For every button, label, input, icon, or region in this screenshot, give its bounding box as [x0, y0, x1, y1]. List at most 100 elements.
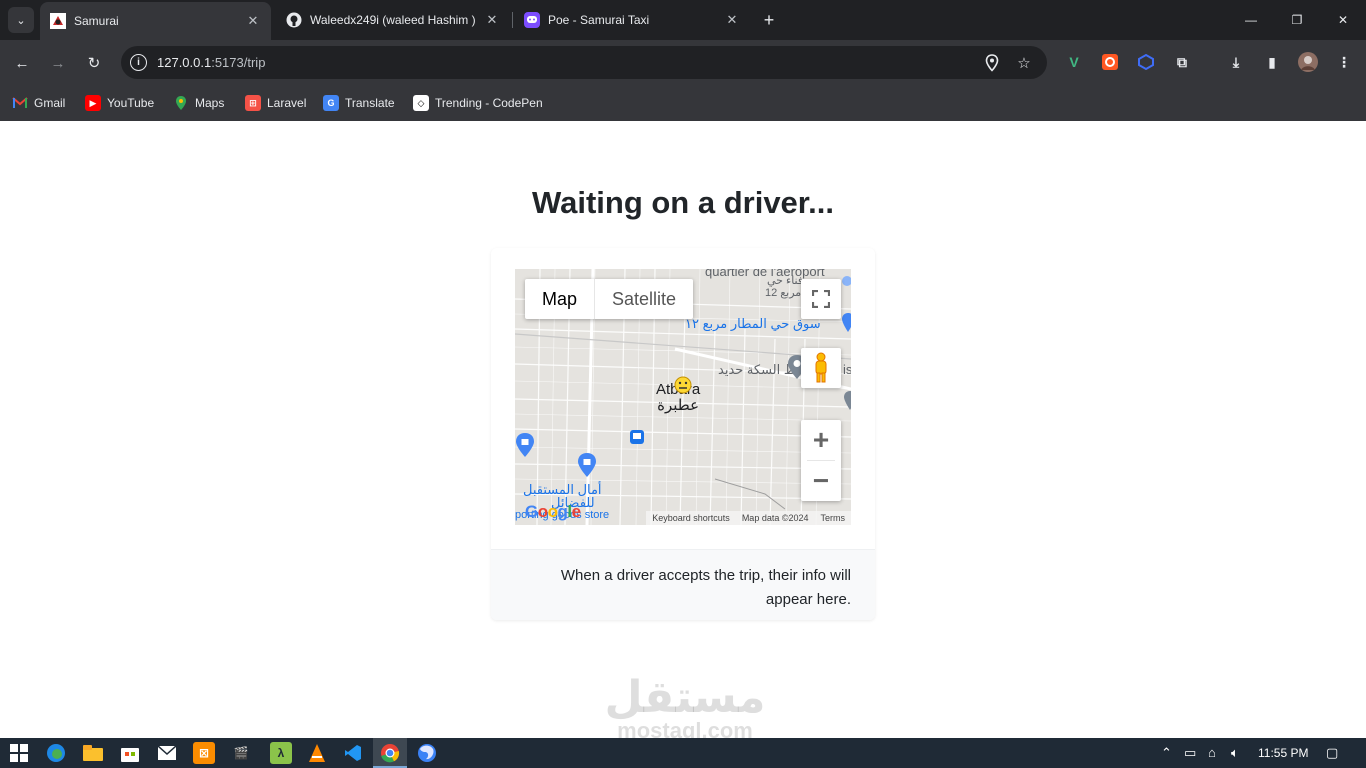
map-data-text: Map data ©2024 — [741, 513, 809, 523]
more-menu-icon[interactable]: ⋮ — [1334, 52, 1354, 72]
rider-location-emoji-icon[interactable] — [674, 376, 692, 394]
samurai-favicon-icon — [50, 13, 66, 29]
url-text[interactable]: 127.0.0.1:5173/trip — [157, 55, 265, 70]
shopping-pin-icon[interactable] — [515, 432, 535, 458]
bookmarks-bar: Gmail ▶ YouTube Maps ⊞ Laravel G Transla… — [0, 85, 1366, 121]
city-name-arabic: عطبرة — [657, 397, 700, 414]
vscode-icon[interactable] — [342, 742, 364, 764]
youtube-icon: ▶ — [85, 95, 101, 111]
bookmark-translate[interactable]: G Translate — [323, 93, 395, 113]
location-pin-icon[interactable] — [982, 53, 1002, 73]
restore-button[interactable]: ❐ — [1274, 0, 1320, 40]
forward-button[interactable]: → — [46, 51, 70, 75]
extension-orange-icon[interactable] — [1100, 52, 1120, 72]
google-logo[interactable]: Google — [525, 502, 581, 522]
firefox-icon[interactable] — [416, 742, 438, 764]
map-label-quartier: quartier de l'aéroport — [705, 269, 825, 279]
tab-github[interactable]: Waleedx249i (waleed Hashim ) ✕ — [276, 0, 510, 40]
download-icon[interactable]: ⤓ — [1226, 52, 1246, 72]
page-title: Waiting on a driver... — [531, 185, 834, 220]
minimize-button[interactable]: — — [1228, 0, 1274, 40]
taskbar-clock[interactable]: 11:55 PM — [1258, 746, 1308, 760]
google-map[interactable]: quartier de l'aéroport فناء حي مربع 12 س… — [515, 269, 851, 525]
chrome-icon[interactable] — [379, 742, 401, 764]
side-panel-icon[interactable]: ▮ — [1262, 52, 1282, 72]
lambda-icon[interactable]: λ — [270, 742, 292, 764]
windows-start-icon[interactable] — [8, 742, 30, 764]
bus-stop-icon[interactable] — [630, 430, 644, 444]
volume-icon[interactable]: 🔈︎ — [1231, 745, 1239, 761]
place-pin-icon[interactable] — [843, 390, 851, 412]
map-attribution: Keyboard shortcuts Map data ©2024 Terms — [646, 511, 851, 525]
vlc-icon[interactable] — [306, 742, 328, 764]
bookmark-gmail[interactable]: Gmail — [12, 93, 65, 113]
arrow-left-icon: ← — [14, 54, 30, 72]
browser-toolbar: ← → ↻ i 127.0.0.1:5173/trip ☆ V ⧉ ⤓ ▮ ⋮ — [0, 40, 1366, 85]
street-view-pegman-button[interactable] — [801, 348, 841, 388]
profile-avatar[interactable] — [1298, 52, 1318, 72]
tab-strip: ⌄ Samurai ✕ Waleedx249i (waleed Hashim )… — [0, 0, 1366, 40]
new-tab-button[interactable]: + — [758, 9, 780, 31]
tab-title: Poe - Samurai Taxi — [548, 13, 650, 27]
bookmark-youtube[interactable]: ▶ YouTube — [85, 93, 154, 113]
plus-icon: + — [763, 9, 775, 30]
pegman-icon — [815, 352, 827, 383]
tab-title: Waleedx249i (waleed Hashim ) — [310, 13, 476, 27]
map-type-control: Map Satellite — [525, 279, 694, 319]
terms-link[interactable]: Terms — [821, 513, 846, 523]
zoom-in-button[interactable]: + — [801, 420, 841, 460]
bookmark-label: Laravel — [267, 96, 307, 110]
bookmark-codepen[interactable]: ◇ Trending - CodePen — [413, 93, 543, 113]
codepen-icon: ◇ — [413, 95, 429, 111]
map-type-satellite-button[interactable]: Satellite — [595, 279, 693, 319]
driver-info-message: When a driver accepts the trip, their in… — [560, 567, 851, 608]
tab-samurai[interactable]: Samurai ✕ — [40, 2, 271, 40]
bookmark-laravel[interactable]: ⊞ Laravel — [245, 93, 306, 113]
bookmark-label: Translate — [345, 96, 395, 110]
fullscreen-button[interactable] — [801, 279, 841, 319]
windows-taskbar: ⊠ 🎬 λ ⌃ ▭ ⌂ 🔈︎ 11:55 PM ▢ — [0, 738, 1366, 768]
file-explorer-icon[interactable] — [82, 742, 104, 764]
extensions-puzzle-icon[interactable]: ⧉ — [1172, 52, 1192, 72]
maps-icon — [173, 95, 189, 111]
network-icon[interactable]: ⌂ — [1208, 745, 1216, 760]
poe-icon — [524, 12, 540, 28]
battery-icon[interactable]: ▭ — [1184, 745, 1196, 761]
mail-icon[interactable] — [156, 742, 178, 764]
tab-search-button[interactable]: ⌄ — [8, 7, 34, 33]
map-label-is: is — [843, 362, 851, 377]
notifications-icon[interactable]: ▢ — [1326, 745, 1338, 761]
map-type-map-button[interactable]: Map — [525, 279, 596, 319]
address-bar[interactable]: i 127.0.0.1:5173/trip ☆ — [121, 46, 1047, 79]
vue-devtools-icon[interactable]: V — [1064, 52, 1084, 72]
zoom-out-button[interactable]: − — [801, 461, 841, 501]
bookmark-label: Trending - CodePen — [435, 96, 543, 110]
gmail-icon — [12, 95, 28, 111]
close-icon[interactable]: ✕ — [724, 12, 740, 28]
zoom-control: + − — [801, 420, 841, 501]
store-icon[interactable] — [119, 742, 141, 764]
url-path: :5173/trip — [211, 55, 266, 70]
star-icon[interactable]: ☆ — [1014, 53, 1034, 73]
close-icon: ✕ — [1337, 13, 1349, 27]
keyboard-shortcuts-link[interactable]: Keyboard shortcuts — [652, 513, 730, 523]
shopping-pin-icon[interactable] — [577, 452, 597, 478]
close-icon[interactable]: ✕ — [484, 12, 500, 28]
back-button[interactable]: ← — [10, 51, 34, 75]
place-pin-icon[interactable] — [841, 312, 851, 334]
fullscreen-icon — [812, 290, 830, 308]
xampp-icon[interactable]: ⊠ — [193, 742, 215, 764]
extension-blue-icon[interactable] — [1136, 52, 1156, 72]
edge-icon[interactable] — [45, 742, 67, 764]
site-info-icon[interactable]: i — [130, 54, 147, 71]
trip-card: quartier de l'aéroport فناء حي مربع 12 س… — [491, 248, 875, 620]
driver-info-footer: When a driver accepts the trip, their in… — [491, 549, 875, 620]
bookmark-maps[interactable]: Maps — [173, 93, 224, 113]
show-hidden-icons-chevron[interactable]: ⌃ — [1161, 745, 1172, 761]
page-content: Waiting on a driver... quartier de l'aér… — [0, 121, 1366, 742]
close-window-button[interactable]: ✕ — [1320, 0, 1366, 40]
tab-poe[interactable]: Poe - Samurai Taxi ✕ — [514, 0, 750, 40]
clapper-icon[interactable]: 🎬 — [230, 742, 252, 764]
close-icon[interactable]: ✕ — [245, 13, 261, 29]
reload-button[interactable]: ↻ — [82, 51, 106, 75]
